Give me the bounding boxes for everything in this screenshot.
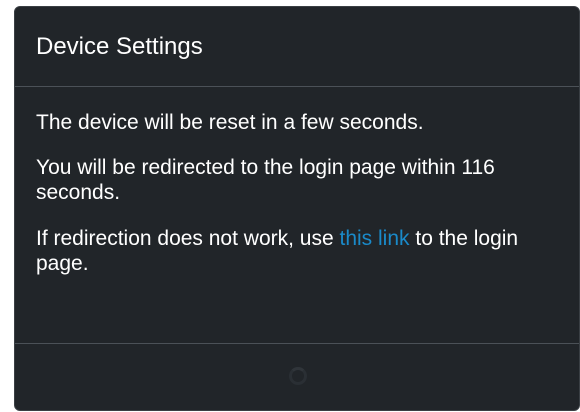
dialog-footer [15,344,579,410]
device-settings-dialog: Device Settings The device will be reset… [14,6,580,411]
loading-spinner-icon [289,367,307,385]
fallback-text-before: If redirection does not work, use [36,227,340,250]
dialog-header: Device Settings [15,7,579,87]
redirect-message: You will be redirected to the login page… [36,156,495,204]
reset-message: The device will be reset in a few second… [36,111,424,134]
dialog-body: The device will be reset in a few second… [15,87,579,344]
fallback-message: If redirection does not work, use this l… [36,226,558,276]
dialog-title: Device Settings [36,32,203,60]
login-page-link[interactable]: this link [340,227,410,250]
